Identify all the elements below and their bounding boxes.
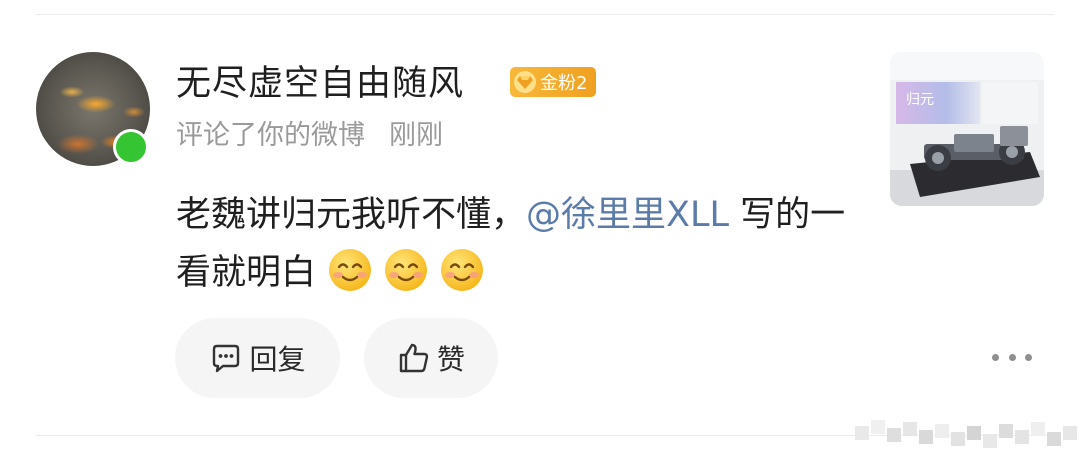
weibo-thumbnail[interactable]: 归元 xyxy=(890,52,1044,206)
like-button[interactable]: 赞 xyxy=(364,318,498,398)
smiling-face-icon xyxy=(439,247,485,293)
comment-meta: 评论了你的微博 刚刚 xyxy=(176,118,443,154)
smiling-face-icon xyxy=(327,247,373,293)
reply-label: 回复 xyxy=(249,343,306,376)
timestamp: 刚刚 xyxy=(389,120,443,151)
user-mention-link[interactable]: @徐里里XLL xyxy=(526,195,729,235)
comment-text-part: 老魏讲归元我听不懂， xyxy=(176,195,527,235)
top-divider xyxy=(36,14,1054,15)
online-status-indicator xyxy=(113,129,149,165)
more-options-button[interactable] xyxy=(992,345,1032,369)
more-dots-icon xyxy=(1025,353,1032,361)
comment-text: 老魏讲归元我听不懂，@徐里里XLL 写的一看就明白 xyxy=(176,186,856,302)
like-label: 赞 xyxy=(436,343,465,376)
diamond-icon xyxy=(514,71,536,93)
reply-button[interactable]: 回复 xyxy=(175,318,340,398)
watermark-mosaic xyxy=(855,420,1080,450)
action-text: 评论了你的微博 xyxy=(176,120,365,151)
more-dots-icon xyxy=(1008,353,1016,361)
smiling-face-icon xyxy=(383,247,429,293)
comment-bubble-icon xyxy=(209,341,243,375)
thumbs-up-icon xyxy=(397,341,431,375)
thumbnail-caption: 归元 xyxy=(906,91,934,108)
fan-level-badge[interactable]: 金粉2 xyxy=(510,67,596,97)
more-dots-icon xyxy=(992,353,999,361)
username[interactable]: 无尽虚空自由随风 xyxy=(176,62,464,106)
badge-label: 金粉2 xyxy=(540,73,588,94)
